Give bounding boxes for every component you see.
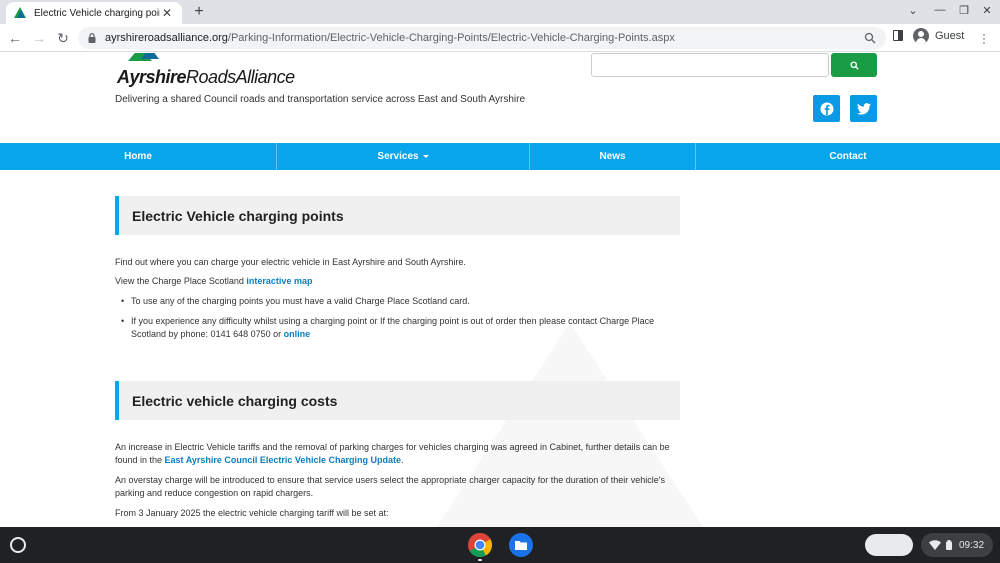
section-heading-charging-points: Electric Vehicle charging points — [115, 196, 680, 235]
battery-icon — [946, 540, 952, 550]
twitter-icon — [856, 102, 871, 115]
restore-icon[interactable]: ❐ — [956, 4, 972, 17]
profile-button[interactable]: Guest — [913, 28, 964, 44]
launcher-icon[interactable] — [10, 537, 26, 553]
address-bar[interactable]: ayrshireroadsalliance.org/Parking-Inform… — [78, 27, 886, 49]
chrome-icon[interactable] — [467, 532, 493, 558]
dropdown-caret-icon — [422, 155, 429, 158]
url-text: ayrshireroadsalliance.org/Parking-Inform… — [105, 32, 675, 44]
site-logo[interactable]: AyrshireRoadsAlliance — [117, 53, 295, 91]
map-paragraph: View the Charge Place Scotland interacti… — [115, 276, 313, 286]
chrome-running-indicator — [478, 559, 482, 561]
site-favicon-icon — [14, 7, 26, 18]
files-icon[interactable] — [508, 532, 534, 558]
overstay-paragraph: An overstay charge will be introduced to… — [115, 475, 666, 498]
url-host: ayrshireroadsalliance.org — [105, 32, 228, 44]
section-heading-charging-costs: Electric vehicle charging costs — [115, 381, 680, 420]
browser-tab-strip: Electric Vehicle charging points ✕ + ⌄ —… — [0, 0, 1000, 24]
tab-title: Electric Vehicle charging points — [34, 7, 160, 19]
browser-tab[interactable]: Electric Vehicle charging points ✕ — [6, 2, 182, 24]
url-path: /Parking-Information/Electric-Vehicle-Ch… — [227, 32, 675, 44]
os-shelf: 09:32 — [0, 527, 1000, 563]
search-input[interactable] — [591, 53, 829, 77]
tariff-paragraph: An increase in Electric Vehicle tariffs … — [115, 442, 670, 465]
tab-close-icon[interactable]: ✕ — [160, 6, 174, 20]
wifi-icon — [929, 540, 941, 550]
charging-update-link[interactable]: East Ayrshire Council Electric Vehicle C… — [165, 455, 401, 465]
site-tagline: Delivering a shared Council roads and tr… — [115, 94, 526, 105]
holding-space-tray[interactable] — [865, 534, 913, 556]
twitter-button[interactable] — [850, 95, 877, 122]
profile-label: Guest — [935, 30, 965, 42]
nav-services[interactable]: Services — [277, 143, 530, 170]
logo-text: AyrshireRoadsAlliance — [117, 67, 295, 87]
tariff-date-paragraph: From 3 January 2025 the electric vehicle… — [115, 508, 389, 518]
clock-time: 09:32 — [959, 539, 985, 551]
main-navigation: Home Services News Contact — [0, 143, 1000, 170]
intro-paragraph: Find out where you can charge your elect… — [115, 257, 466, 267]
interactive-map-link[interactable]: interactive map — [246, 276, 312, 286]
nav-news[interactable]: News — [530, 143, 696, 170]
tab-search-chevron-icon[interactable]: ⌄ — [905, 4, 921, 17]
facebook-button[interactable] — [813, 95, 840, 122]
browser-toolbar: ← → ↻ ayrshireroadsalliance.org/Parking-… — [0, 24, 1000, 52]
nav-contact[interactable]: Contact — [696, 143, 1000, 170]
minimize-icon[interactable]: — — [932, 4, 948, 16]
lock-icon — [88, 33, 96, 43]
search-icon — [849, 60, 859, 70]
zoom-icon[interactable] — [864, 32, 876, 44]
guest-avatar-icon — [913, 28, 929, 44]
list-item: If you experience any difficulty whilst … — [121, 315, 679, 340]
contact-online-link[interactable]: online — [284, 329, 311, 339]
back-arrow-icon[interactable]: ← — [6, 29, 24, 47]
logo-mark-secondary-icon — [141, 53, 159, 59]
forward-arrow-icon[interactable]: → — [30, 29, 48, 47]
new-tab-button[interactable]: + — [190, 3, 208, 21]
list-item: To use any of the charging points you mu… — [121, 295, 679, 308]
side-panel-icon[interactable] — [893, 30, 903, 41]
reload-icon[interactable]: ↻ — [54, 29, 72, 47]
search-button[interactable] — [831, 53, 877, 77]
nav-home[interactable]: Home — [0, 143, 277, 170]
facebook-icon — [820, 102, 833, 115]
status-area[interactable]: 09:32 — [921, 533, 993, 557]
browser-menu-icon[interactable]: · · · — [982, 28, 988, 48]
page-viewport: AyrshireRoadsAlliance Delivering a share… — [0, 53, 1000, 527]
window-close-icon[interactable]: ✕ — [979, 4, 995, 17]
